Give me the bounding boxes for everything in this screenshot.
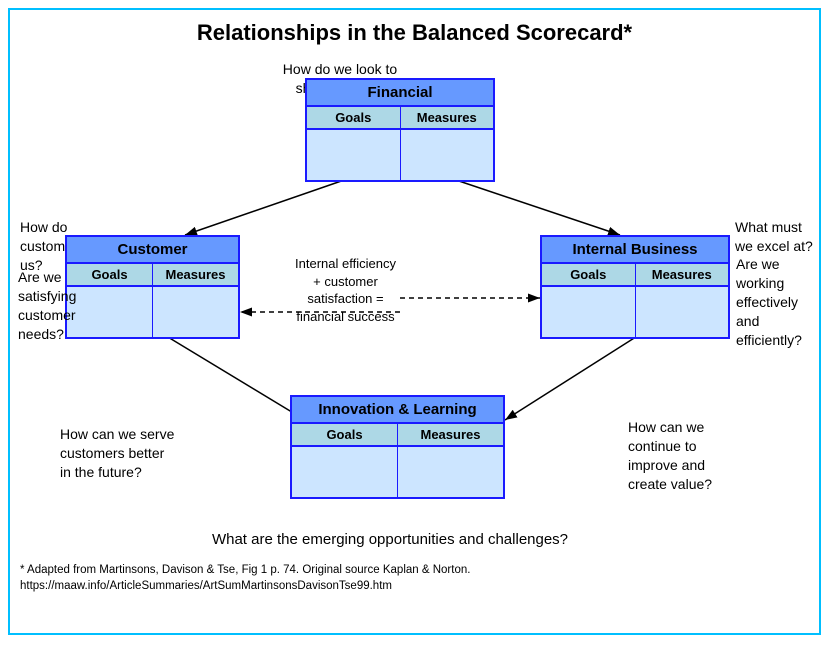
excel-question: What must we excel at? xyxy=(735,218,815,256)
financial-title: Financial xyxy=(307,80,493,107)
working-question: Are we working effectively and efficient… xyxy=(736,255,818,349)
footnote-line2: https://maaw.info/ArticleSummaries/ArtSu… xyxy=(20,578,809,594)
emerging-question: What are the emerging opportunities and … xyxy=(100,530,680,550)
center-line2: + customer xyxy=(313,274,378,289)
innovation-body-col2 xyxy=(398,447,503,497)
center-line4: financial success xyxy=(296,309,394,324)
footnote-line1: * Adapted from Martinsons, Davison & Tse… xyxy=(20,562,809,578)
main-title: Relationships in the Balanced Scorecard* xyxy=(10,10,819,50)
box-internal: Internal Business Goals Measures xyxy=(540,235,730,339)
footnote: * Adapted from Martinsons, Davison & Tse… xyxy=(10,560,819,596)
continue-question: How can we continue to improve and creat… xyxy=(628,418,738,494)
satisfying-question: Are we satisfying customer needs? xyxy=(18,268,106,344)
internal-col2: Measures xyxy=(636,264,729,285)
customer-col2: Measures xyxy=(153,264,238,285)
box-innovation: Innovation & Learning Goals Measures xyxy=(290,395,505,499)
center-text: Internal efficiency + customer satisfact… xyxy=(258,255,433,325)
center-line3: satisfaction = xyxy=(307,291,383,306)
financial-col2: Measures xyxy=(401,107,494,128)
financial-body-col2 xyxy=(401,130,494,180)
box-financial: Financial Goals Measures xyxy=(305,78,495,182)
customer-body-col2 xyxy=(153,287,238,337)
center-line1: Internal efficiency xyxy=(295,256,396,271)
financial-col1: Goals xyxy=(307,107,401,128)
internal-body-col2 xyxy=(636,287,729,337)
diagram-area: How do we look to shareholders? Financia… xyxy=(10,50,819,560)
customer-title: Customer xyxy=(67,237,238,264)
innovation-col2: Measures xyxy=(398,424,503,445)
outer-border: Relationships in the Balanced Scorecard* xyxy=(8,8,821,635)
internal-body-col1 xyxy=(542,287,636,337)
innovation-col1: Goals xyxy=(292,424,398,445)
internal-title: Internal Business xyxy=(542,237,728,264)
internal-col1: Goals xyxy=(542,264,636,285)
innovation-title: Innovation & Learning xyxy=(292,397,503,424)
innovation-body-col1 xyxy=(292,447,398,497)
financial-body-col1 xyxy=(307,130,401,180)
serve-question: How can we serve customers better in the… xyxy=(60,425,175,482)
